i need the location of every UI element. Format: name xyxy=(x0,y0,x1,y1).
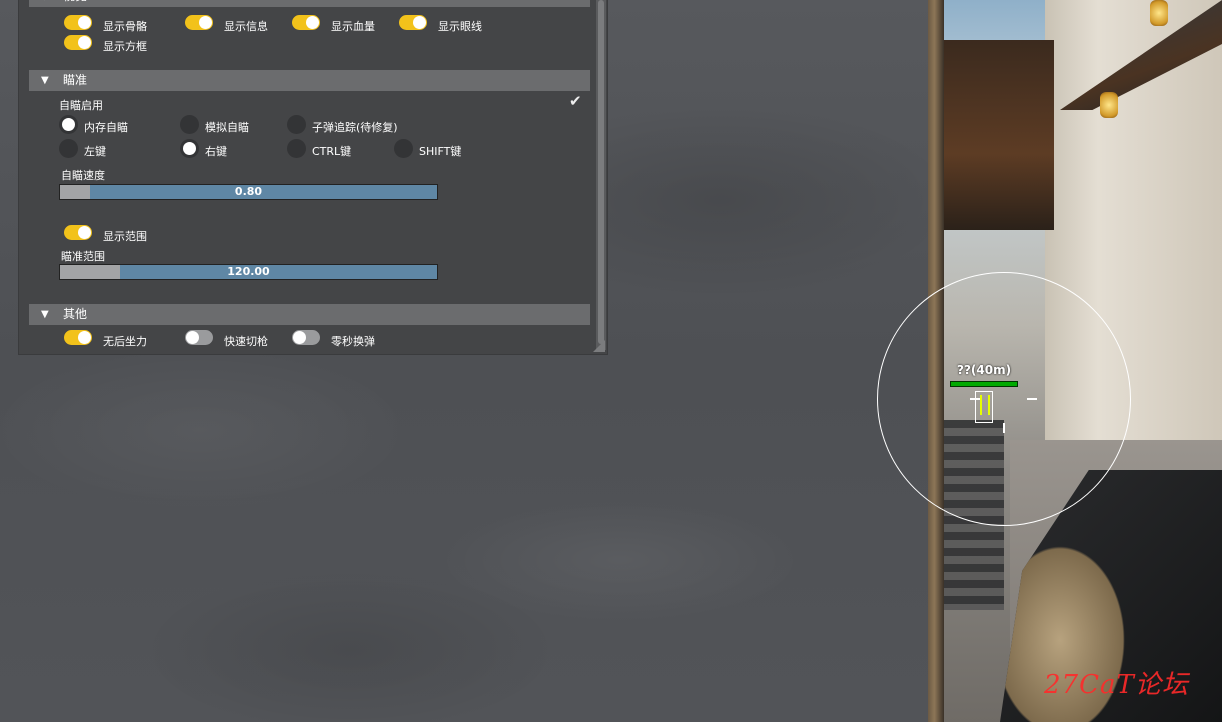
auto-aim-checkbox[interactable]: ✔ xyxy=(569,92,582,110)
label-no-recoil: 无后坐力 xyxy=(103,335,147,348)
collapse-arrow-icon: ▼ xyxy=(41,0,49,7)
label-key-left: 左键 xyxy=(84,145,106,158)
label-key-right: 右键 xyxy=(205,145,227,158)
label-fast-switch: 快速切枪 xyxy=(224,335,268,348)
slider-aim-range-value: 120.00 xyxy=(227,265,270,278)
label-auto-aim-enabled: 自瞄启用 xyxy=(59,99,103,112)
collapse-arrow-icon: ▼ xyxy=(41,75,49,86)
toggle-show-range[interactable] xyxy=(64,225,92,240)
label-show-eyeline: 显示眼线 xyxy=(438,20,482,33)
slider-aim-range[interactable]: 120.00 xyxy=(59,264,438,280)
label-show-health: 显示血量 xyxy=(331,20,375,33)
crosshair-right xyxy=(1027,398,1037,400)
roof-eave-left xyxy=(944,40,1054,230)
radio-simulated-aim[interactable] xyxy=(180,115,199,134)
label-memory-aim: 内存自瞄 xyxy=(84,121,128,134)
toggle-show-info[interactable] xyxy=(185,15,213,30)
section-header-other[interactable]: ▼ 其他 xyxy=(29,304,590,325)
label-aim-speed: 自瞄速度 xyxy=(61,169,105,182)
radio-bullet-tracking[interactable] xyxy=(287,115,306,134)
toggle-show-box[interactable] xyxy=(64,35,92,50)
toggle-no-recoil[interactable] xyxy=(64,330,92,345)
enemy-health-bar xyxy=(950,381,1018,387)
label-key-shift: SHIFT键 xyxy=(419,145,462,158)
slider-aim-speed-value: 0.80 xyxy=(234,185,263,198)
enemy-distance-label: ??(40m) xyxy=(957,363,1012,377)
toggle-show-health[interactable] xyxy=(292,15,320,30)
label-show-info: 显示信息 xyxy=(224,20,268,33)
section-header-aim[interactable]: ▼ 瞄准 xyxy=(29,70,590,91)
label-aim-range: 瞄准范围 xyxy=(61,250,105,263)
label-simulated-aim: 模拟自瞄 xyxy=(205,121,249,134)
toggle-instant-reload[interactable] xyxy=(292,330,320,345)
toggle-show-skeleton[interactable] xyxy=(64,15,92,30)
label-show-skeleton: 显示骨骼 xyxy=(103,20,147,33)
aim-fov-circle xyxy=(877,272,1131,526)
radio-key-ctrl[interactable] xyxy=(287,139,306,158)
toggle-fast-switch[interactable] xyxy=(185,330,213,345)
section-title-aim: 瞄准 xyxy=(63,73,88,87)
crosshair-bottom xyxy=(1003,423,1005,433)
toggle-show-eyeline[interactable] xyxy=(399,15,427,30)
watermark: 27CaT论坛 xyxy=(1044,670,1189,700)
section-title-visual: 视觉 xyxy=(63,0,87,7)
menu-scroll-thumb[interactable] xyxy=(598,0,604,344)
enemy-skeleton xyxy=(980,395,990,415)
label-show-range: 显示范围 xyxy=(103,230,147,243)
radio-key-left[interactable] xyxy=(59,139,78,158)
resize-grip[interactable] xyxy=(593,340,605,352)
section-header-visual[interactable]: ▼ 视觉 xyxy=(29,0,590,7)
label-show-box: 显示方框 xyxy=(103,40,147,53)
collapse-arrow-icon: ▼ xyxy=(41,309,49,320)
label-key-ctrl: CTRL键 xyxy=(312,145,352,158)
lantern-icon xyxy=(1100,92,1118,118)
label-bullet-tracking: 子弹追踪(待修复) xyxy=(312,121,398,134)
radio-key-right[interactable] xyxy=(180,139,199,158)
radio-key-shift[interactable] xyxy=(394,139,413,158)
lantern-icon xyxy=(1150,0,1168,26)
label-instant-reload: 零秒换弹 xyxy=(331,335,375,348)
radio-memory-aim[interactable] xyxy=(59,115,78,134)
section-title-other: 其他 xyxy=(63,307,88,321)
crosshair-left xyxy=(970,398,980,400)
slider-aim-speed[interactable]: 0.80 xyxy=(59,184,438,200)
